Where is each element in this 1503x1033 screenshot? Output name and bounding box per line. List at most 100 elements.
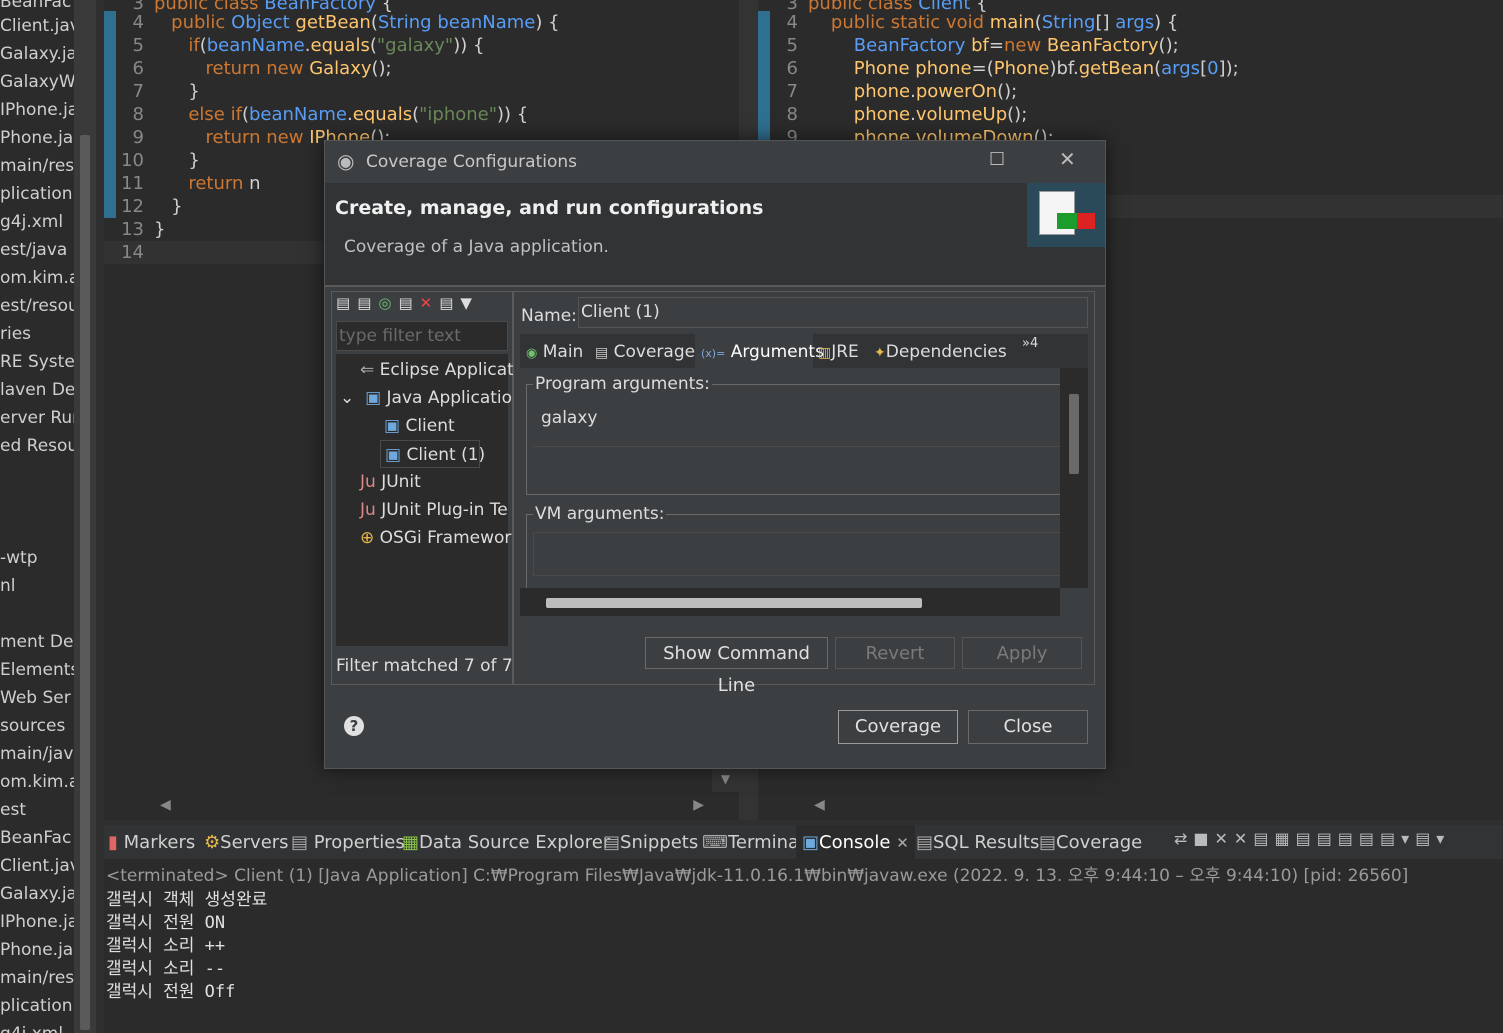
console-status: <terminated> Client (1) [Java Applicatio…: [106, 866, 1409, 886]
explorer-item[interactable]: om.kim.ap: [0, 770, 74, 794]
tree-item[interactable]: ▣ Client: [384, 416, 455, 436]
code-line: 5 if(beanName.equals("galaxy")) {: [132, 35, 485, 56]
hscroll-thumb[interactable]: [546, 598, 922, 608]
explorer-item[interactable]: IPhone.ja: [0, 98, 74, 122]
explorer-item[interactable]: plication: [0, 182, 73, 206]
tree-item-selected[interactable]: ▣ Client (1): [380, 440, 485, 468]
code-line: 5 BeanFactory bf=new BeanFactory();: [786, 35, 1179, 56]
explorer-item[interactable]: g4j.xml: [0, 1022, 63, 1033]
help-icon[interactable]: ?: [344, 716, 364, 736]
close-window-button[interactable]: ✕: [1059, 147, 1076, 171]
explorer-item[interactable]: om.kim.ap: [0, 266, 74, 290]
explorer-item[interactable]: main/reso: [0, 154, 74, 178]
config-toolbar[interactable]: ▤▤◎▤✕▤▼: [336, 294, 479, 312]
servers-icon: ⚙: [204, 832, 221, 853]
eclipse-icon: ◉: [337, 149, 355, 173]
explorer-item[interactable]: Phone.ja: [0, 938, 73, 962]
tab-terminal[interactable]: ⌨Terminal: [702, 832, 804, 853]
explorer-item[interactable]: BeanFac: [0, 826, 71, 850]
junit-plugin-icon: Ju: [360, 500, 376, 520]
explorer-item[interactable]: est/java: [0, 238, 67, 262]
explorer-scroll-thumb[interactable]: [80, 135, 90, 1030]
explorer-item[interactable]: Web Ser: [0, 686, 71, 710]
explorer-item[interactable]: ed Resou: [0, 434, 74, 458]
tree-item[interactable]: ⇐ Eclipse Applicat: [360, 360, 514, 380]
export-icon: ◎: [378, 294, 399, 312]
tree-item[interactable]: Ju JUnit: [360, 472, 421, 492]
tab-coverage[interactable]: ▤Coverage: [1039, 832, 1142, 853]
explorer-item[interactable]: g4j.xml: [0, 210, 63, 234]
explorer-item[interactable]: Galaxy.ja: [0, 882, 74, 906]
junit-icon: Ju: [360, 472, 376, 492]
code-line: 7 }: [132, 81, 200, 102]
explorer-item[interactable]: -wtp: [0, 546, 38, 570]
explorer-item[interactable]: Client.jav: [0, 14, 74, 38]
explorer-item[interactable]: ment Des: [0, 630, 74, 654]
explorer-item[interactable]: GalaxyW: [0, 70, 74, 94]
vm-arguments-label: VM arguments:: [533, 504, 667, 524]
tab-markers[interactable]: ▮ Markers: [108, 832, 195, 853]
markers-icon: ▮: [108, 832, 118, 853]
program-arguments-input[interactable]: galaxy: [533, 402, 1061, 447]
tab-data-source-explorer[interactable]: ▦Data Source Explorer: [402, 832, 610, 853]
terminal-icon: ⌨: [702, 832, 728, 853]
tab-servers[interactable]: ⚙Servers: [204, 832, 289, 853]
explorer-item[interactable]: plication: [0, 994, 73, 1018]
explorer-item[interactable]: est/resou: [0, 294, 74, 318]
console-icon: ▣: [802, 832, 820, 853]
arguments-tab-content: Program arguments: galaxy VM arguments:: [520, 368, 1088, 616]
content-vscroll[interactable]: [1060, 368, 1088, 588]
dependencies-tab-icon: ✦: [874, 345, 886, 361]
tab-console[interactable]: ▣Console ✕: [796, 825, 915, 859]
console-toolbar-icons[interactable]: ⇄■✕✕▤▦▤▤▤▤▤▾▤▾: [1174, 829, 1450, 848]
show-command-line-button[interactable]: Show Command Line: [645, 637, 828, 696]
tab-sql-results[interactable]: ▤SQL Results: [916, 832, 1039, 853]
explorer-item[interactable]: erver Run: [0, 406, 74, 430]
filter-input[interactable]: type filter text: [336, 321, 508, 351]
java-app-icon: ▣: [385, 445, 402, 465]
tree-item[interactable]: ⊕ OSGi Framewor: [360, 528, 511, 548]
tab-arguments[interactable]: (x)= Arguments: [695, 334, 824, 368]
editor-right-hscroll[interactable]: ◀: [806, 792, 1503, 820]
scroll-down-arrow[interactable]: ▼: [712, 766, 739, 792]
tab-coverage-config[interactable]: ▤ Coverage: [595, 342, 695, 362]
tab-dependencies[interactable]: ✦Dependencies: [874, 342, 1007, 362]
apply-button[interactable]: Apply: [962, 637, 1082, 669]
close-tab-icon[interactable]: ✕: [896, 834, 909, 852]
explorer-item[interactable]: BeanFac: [0, 0, 71, 14]
explorer-item[interactable]: Elements: [0, 658, 74, 682]
explorer-scrollbar[interactable]: [74, 0, 96, 1033]
maximize-button[interactable]: ☐: [989, 149, 1005, 170]
explorer-item[interactable]: sources: [0, 714, 65, 738]
editor-left-hscroll[interactable]: ◀ ▶: [152, 792, 712, 820]
revert-button[interactable]: Revert: [835, 637, 955, 669]
explorer-item[interactable]: nl: [0, 574, 16, 598]
vm-arguments-input[interactable]: [533, 532, 1061, 576]
tab-main[interactable]: ◉ Main: [526, 342, 583, 362]
explorer-item[interactable]: Client.jav: [0, 854, 74, 878]
config-tree: ⇐ Eclipse Applicat ⌄ ▣ Java Applicatior …: [336, 354, 519, 646]
coverage-button[interactable]: Coverage: [838, 710, 958, 744]
explorer-item[interactable]: main/java: [0, 742, 74, 766]
vscroll-thumb[interactable]: [1069, 394, 1079, 474]
explorer-item[interactable]: Galaxy.ja: [0, 42, 74, 66]
explorer-item[interactable]: est: [0, 798, 26, 822]
explorer-item[interactable]: ries: [0, 322, 31, 346]
close-button[interactable]: Close: [968, 710, 1088, 744]
tab-jre[interactable]: ▥JRE: [818, 342, 859, 362]
console-output-line: 갤럭시 전원 Off: [106, 982, 236, 1002]
explorer-item[interactable]: Phone.ja: [0, 126, 73, 150]
tree-item[interactable]: ⌄ ▣ Java Applicatior: [340, 388, 519, 408]
name-field[interactable]: Client (1): [578, 297, 1088, 328]
explorer-item[interactable]: main/reso: [0, 966, 74, 990]
explorer-item[interactable]: IPhone.ja: [0, 910, 74, 934]
config-list-pane: ▤▤◎▤✕▤▼ type filter text ⇐ Eclipse Appli…: [331, 291, 519, 685]
content-hscroll[interactable]: [520, 588, 1060, 616]
code-line: 6 return new Galaxy();: [132, 58, 392, 79]
tree-item[interactable]: Ju JUnit Plug-in Te: [360, 500, 508, 520]
explorer-item[interactable]: RE System: [0, 350, 74, 374]
tab-snippets[interactable]: ▤Snippets: [603, 832, 698, 853]
explorer-item[interactable]: laven Dep: [0, 378, 74, 402]
tabs-overflow-button[interactable]: »4: [1022, 336, 1038, 351]
tab-properties[interactable]: ▤ Properties: [291, 832, 405, 853]
